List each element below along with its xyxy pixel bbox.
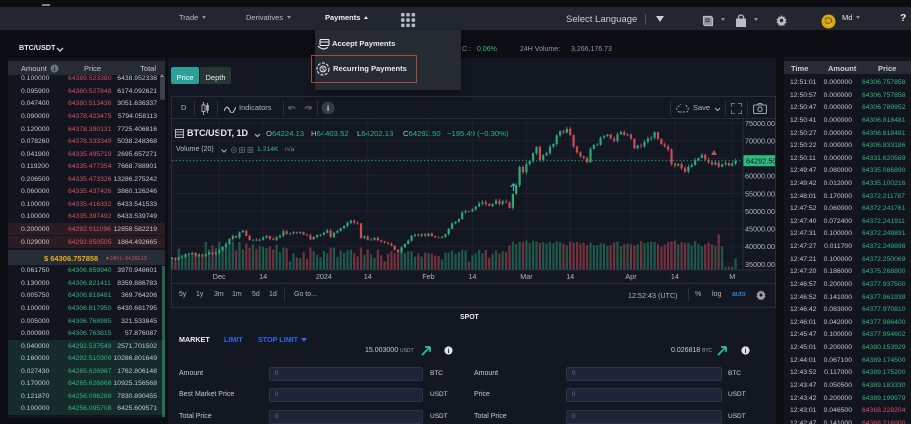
svg-text:75000.00: 75000.00 [745, 119, 775, 128]
svg-text:70000.00: 70000.00 [745, 136, 775, 145]
svg-text:Mar: Mar [520, 272, 533, 281]
svg-text:i: i [745, 348, 747, 355]
svg-text:14: 14 [566, 272, 574, 281]
svg-text:60000.00: 60000.00 [745, 172, 775, 181]
svg-text:2024: 2024 [316, 272, 332, 281]
svg-text:M: M [729, 272, 735, 281]
svg-text:50000.00: 50000.00 [745, 207, 775, 216]
svg-text:$: $ [321, 67, 325, 74]
svg-text:14: 14 [671, 272, 679, 281]
svg-text:40000.00: 40000.00 [745, 242, 775, 251]
svg-text:45000.00: 45000.00 [745, 225, 775, 234]
svg-text:14: 14 [364, 272, 372, 281]
svg-text:Feb: Feb [422, 272, 434, 281]
svg-text:14: 14 [468, 272, 476, 281]
svg-text:14: 14 [259, 272, 267, 281]
svg-text:55000.00: 55000.00 [745, 189, 775, 198]
svg-text:i: i [448, 348, 450, 355]
svg-text:35000.00: 35000.00 [745, 260, 775, 269]
svg-text:Apr: Apr [625, 272, 637, 281]
svg-text:64292.50: 64292.50 [746, 157, 776, 166]
svg-text:Dec: Dec [213, 272, 226, 281]
